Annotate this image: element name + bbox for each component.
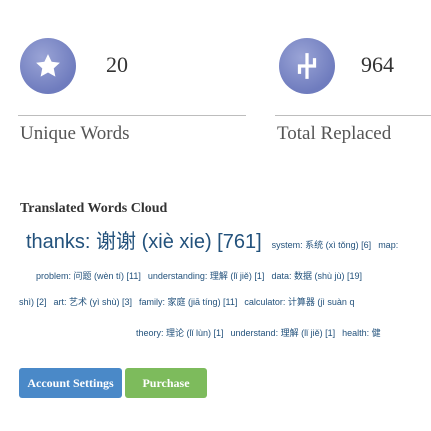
divider — [18, 115, 246, 116]
total-replaced-label: Total Replaced — [277, 123, 392, 144]
word-cloud-row: problem: 问题 (wèn tí) [11] understanding: … — [36, 266, 431, 284]
unique-words-badge — [20, 38, 76, 94]
word-cloud-item: theory: 理论 (lǐ lùn) [1] — [136, 328, 224, 338]
word-cloud-item: thanks: 谢谢 (xiè xie) [761] — [26, 231, 262, 253]
word-cloud-item: family: 家庭 (jiā tíng) [11] — [139, 297, 238, 307]
action-buttons: Account Settings Purchase — [19, 368, 207, 398]
word-cloud-item: map: — [378, 240, 399, 250]
account-settings-button[interactable]: Account Settings — [19, 368, 122, 398]
logo-icon — [297, 53, 317, 79]
word-cloud-item: understand: 理解 (lǐ jiě) [1] — [230, 328, 336, 338]
purchase-button[interactable]: Purchase — [125, 368, 207, 398]
total-replaced-count: 964 — [361, 52, 394, 77]
word-cloud-item: problem: 问题 (wèn tí) [11] — [36, 271, 141, 281]
divider — [275, 115, 431, 116]
word-cloud-row: shì) [2] art: 艺术 (yì shù) [3] family: 家庭 (… — [19, 292, 431, 310]
word-cloud-row: theory: 理论 (lǐ lùn) [1] understand: 理解 (l… — [136, 323, 431, 341]
star-icon — [36, 54, 60, 77]
word-cloud-title: Translated Words Cloud — [20, 201, 168, 216]
word-cloud-item: art: 艺术 (yì shù) [3] — [53, 297, 133, 307]
word-cloud-row: thanks: 谢谢 (xiè xie) [761] system: 系统 (xì… — [26, 225, 431, 254]
word-cloud-item: calculator: 计算器 (jì suàn q — [244, 297, 355, 307]
word-cloud-item: data: 数据 (shù jù) [19] — [271, 271, 362, 281]
unique-words-count: 20 — [106, 52, 128, 77]
word-cloud-item: system: 系统 (xì tǒng) [6] — [271, 240, 372, 250]
word-cloud-item: health: 健 — [342, 328, 381, 338]
unique-words-label: Unique Words — [20, 123, 130, 144]
total-replaced-badge — [279, 38, 335, 94]
word-cloud-item: shì) [2] — [19, 297, 47, 307]
word-cloud-item: understanding: 理解 (lǐ jiě) [1] — [147, 271, 265, 281]
